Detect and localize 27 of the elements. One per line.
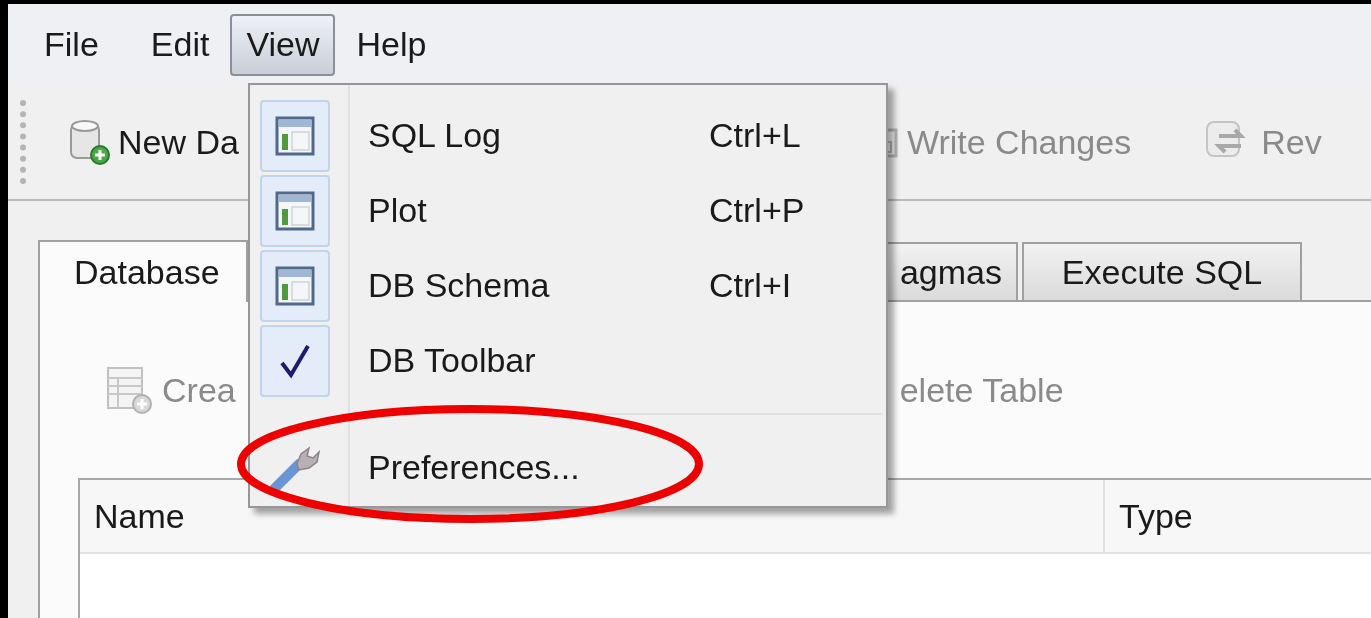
panel-layout-icon — [275, 115, 315, 156]
menu-item[interactable]: File — [28, 13, 115, 76]
tab[interactable]: agmas — [886, 242, 1018, 300]
menu-item[interactable]: Help — [340, 13, 443, 76]
menu-item-label: SQL Log — [368, 115, 502, 156]
tab[interactable]: Database — [38, 240, 248, 302]
toolbar-button[interactable]: New Da — [68, 116, 239, 168]
menu-item[interactable]: DB Toolbar — [250, 323, 886, 398]
menu-item[interactable]: Edit — [134, 13, 226, 76]
database-add-icon — [68, 118, 112, 166]
menu-item[interactable]: Plot Ctrl+P — [250, 173, 886, 248]
shortcut-label: Ctrl+I — [709, 265, 792, 306]
tab[interactable]: Execute SQL — [1022, 242, 1302, 300]
toolbar-grip[interactable] — [20, 100, 26, 184]
menu-item[interactable]: View — [230, 13, 336, 76]
menu-item-label: Plot — [368, 190, 428, 231]
menu-item-label: DB Schema — [368, 265, 551, 306]
menu-item-label: DB Toolbar — [368, 340, 537, 381]
shortcut-label: Ctrl+L — [709, 115, 801, 156]
column-header[interactable]: Type — [1105, 480, 1365, 552]
shortcut-label: Ctrl+P — [709, 190, 805, 231]
panel-layout-icon — [275, 265, 315, 306]
checkmark-icon — [279, 342, 311, 379]
menu-item[interactable]: DB Schema Ctrl+I — [250, 248, 886, 323]
table-add-icon — [104, 364, 154, 416]
menu-item[interactable]: SQL Log Ctrl+L — [250, 98, 886, 173]
panel-layout-icon — [275, 190, 315, 231]
